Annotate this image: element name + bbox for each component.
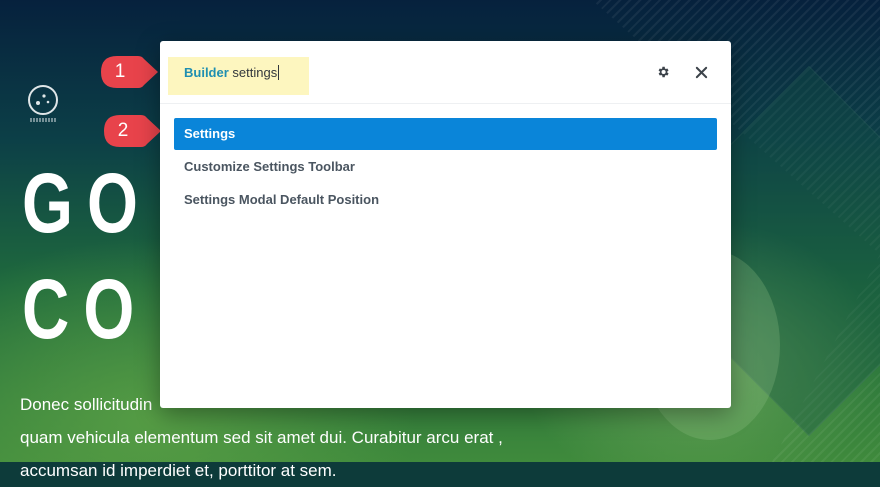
search-results: Settings Customize Settings Toolbar Sett… [174,118,717,217]
hero-body-line3: accumsan id imperdiet et, porttitor at s… [20,461,337,480]
hero-title: GO CO [22,150,152,362]
close-icon[interactable] [691,62,711,82]
hero-title-line2: CO [22,262,149,356]
callout-number-1: 1 [114,61,126,82]
callout-number-2: 2 [117,120,129,141]
quick-actions-modal: Builder settings Settings Customize Sett… [160,41,731,408]
result-settings-modal-default-position[interactable]: Settings Modal Default Position [174,184,717,216]
result-customize-settings-toolbar[interactable]: Customize Settings Toolbar [174,151,717,183]
callout-marker-1: 1 [100,55,158,89]
result-settings[interactable]: Settings [174,118,717,150]
gear-icon[interactable] [653,62,673,82]
search-input[interactable]: Builder settings [184,65,280,80]
logo-icon [28,85,58,122]
search-keyword: Builder [184,65,229,80]
search-query: settings [228,65,278,80]
hero-title-line1: GO [22,156,153,250]
search-bar: Builder settings [160,41,731,104]
text-caret [278,65,280,80]
callout-marker-2: 2 [103,114,161,148]
hero-body-line2: quam vehicula elementum sed sit amet dui… [20,428,503,447]
